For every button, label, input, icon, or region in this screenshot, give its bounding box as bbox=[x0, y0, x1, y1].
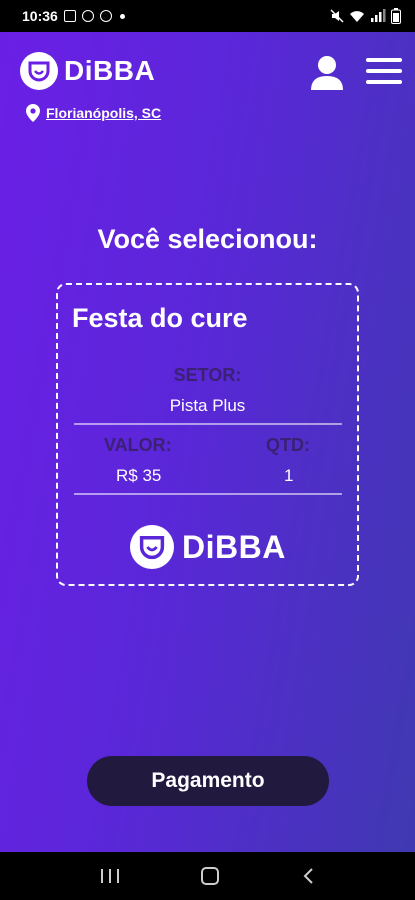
user-icon bbox=[311, 56, 343, 90]
whatsapp-icon bbox=[81, 10, 94, 22]
back-button[interactable] bbox=[302, 867, 314, 885]
valor-label: VALOR: bbox=[104, 435, 172, 455]
ticket-logo-text: DiBBA bbox=[182, 528, 286, 565]
notification-dot-icon bbox=[119, 13, 125, 19]
status-time: 10:36 bbox=[22, 8, 58, 24]
gallery-icon bbox=[63, 10, 76, 22]
at-icon bbox=[99, 10, 112, 22]
location-link[interactable]: Florianópolis, SC bbox=[46, 105, 161, 121]
mute-icon bbox=[330, 9, 344, 23]
status-left: 10:36 bbox=[22, 8, 125, 24]
battery-icon bbox=[391, 8, 401, 24]
menu-icon bbox=[366, 58, 402, 62]
logo-text: DiBBA bbox=[64, 55, 156, 86]
payment-button[interactable]: Pagamento bbox=[87, 756, 329, 806]
menu-icon-line bbox=[366, 80, 402, 84]
event-title: Festa do cure bbox=[72, 303, 248, 333]
signal-icon bbox=[371, 9, 386, 22]
menu-icon-line bbox=[366, 69, 402, 73]
home-button[interactable] bbox=[201, 867, 220, 885]
menu-button[interactable] bbox=[366, 58, 402, 86]
setor-label: SETOR: bbox=[173, 365, 242, 385]
wifi-icon bbox=[350, 11, 364, 22]
app-header: DiBBA Florianópolis, SC bbox=[0, 32, 415, 130]
system-nav-bar bbox=[0, 852, 415, 900]
logo-badge-icon bbox=[130, 525, 174, 569]
ticket-card: Festa do cure SETOR: Pista Plus VALOR: Q… bbox=[56, 283, 359, 586]
user-profile-button[interactable] bbox=[308, 54, 346, 94]
brand-logo[interactable]: DiBBA bbox=[20, 52, 155, 90]
location-pin-icon bbox=[26, 104, 40, 122]
page-title: Você selecionou: bbox=[97, 224, 318, 254]
logo-badge-icon bbox=[20, 52, 58, 90]
status-bar: 10:36 bbox=[0, 0, 415, 32]
valor-value: R$ 35 bbox=[116, 466, 162, 485]
divider bbox=[74, 423, 342, 425]
status-right bbox=[330, 8, 401, 24]
location-selector[interactable]: Florianópolis, SC bbox=[26, 104, 161, 122]
recent-apps-button[interactable] bbox=[101, 869, 120, 883]
ticket-brand-logo: DiBBA bbox=[130, 525, 286, 569]
qtd-label: QTD: bbox=[266, 435, 310, 455]
recent-apps-icon bbox=[101, 869, 104, 883]
setor-value: Pista Plus bbox=[169, 396, 246, 415]
qtd-value: 1 bbox=[284, 466, 294, 485]
divider bbox=[74, 493, 342, 495]
